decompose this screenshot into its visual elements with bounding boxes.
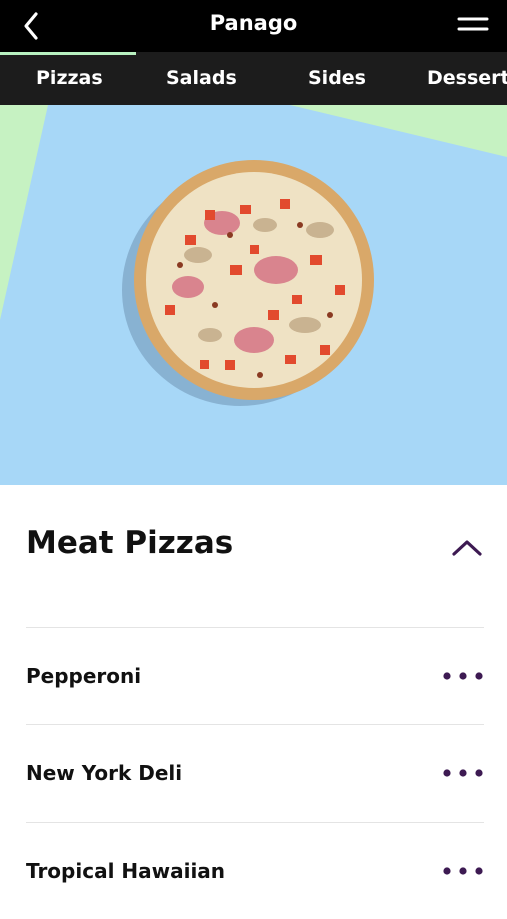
tab-salads[interactable]: Salads (166, 52, 237, 105)
tab-desserts[interactable]: Desserts (427, 52, 507, 105)
tab-sides[interactable]: Sides (308, 52, 366, 105)
top-bar: Panago (0, 0, 507, 52)
list-item[interactable]: New York Deli (0, 725, 507, 821)
hamburger-menu-icon (457, 17, 489, 31)
item-name: Pepperoni (26, 664, 142, 688)
list-item[interactable]: Tropical Hawaiian (0, 823, 507, 919)
more-options-button[interactable] (441, 761, 485, 785)
section-title: Meat Pizzas (26, 525, 234, 561)
category-tabs: Pizzas Salads Sides Desserts (0, 52, 507, 105)
chevron-up-icon (452, 540, 482, 556)
item-name: Tropical Hawaiian (26, 859, 226, 883)
pizza-image (0, 105, 507, 406)
list-item[interactable]: Pepperoni (0, 628, 507, 724)
tab-pizzas[interactable]: Pizzas (36, 52, 103, 105)
hero-image (0, 105, 507, 485)
collapse-section-button[interactable] (447, 530, 487, 564)
more-options-button[interactable] (441, 859, 485, 883)
more-dots-icon (443, 672, 483, 680)
more-dots-icon (443, 769, 483, 777)
app-title: Panago (209, 11, 298, 35)
active-tab-indicator (0, 52, 136, 55)
more-options-button[interactable] (441, 664, 485, 688)
menu-button[interactable] (453, 8, 493, 44)
more-dots-icon (443, 867, 483, 875)
item-name: New York Deli (26, 761, 183, 785)
